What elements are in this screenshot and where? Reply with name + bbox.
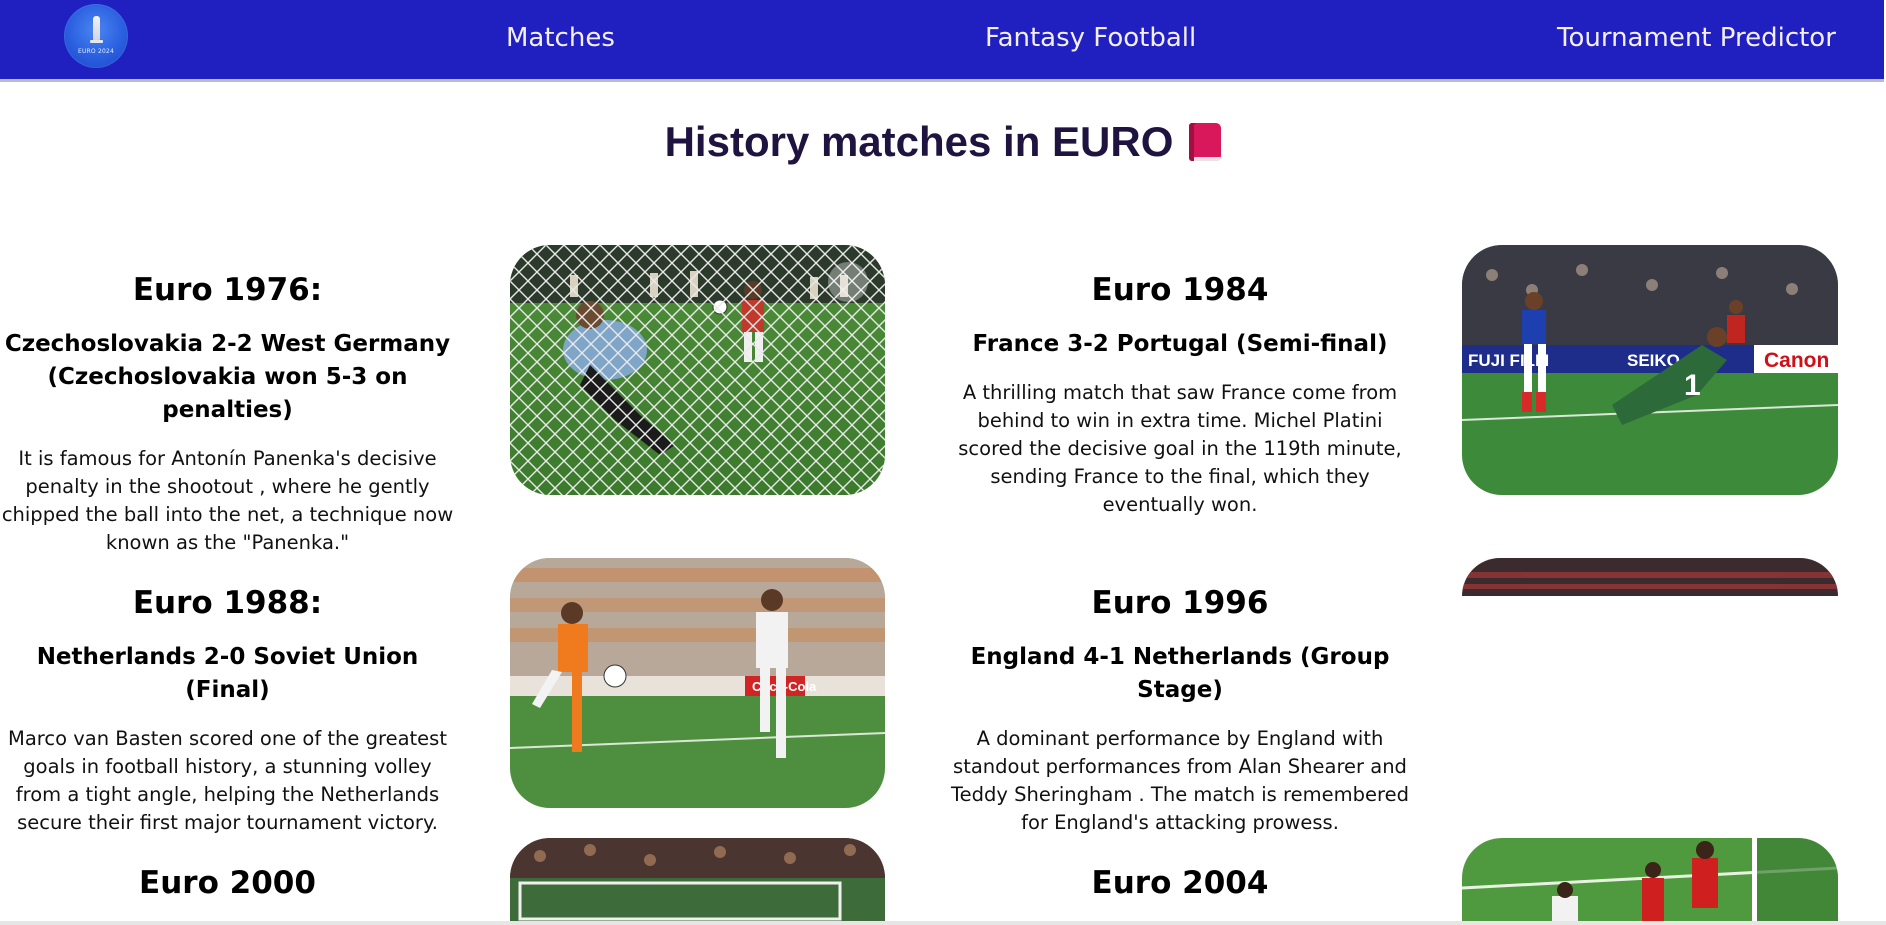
match-title: Czechoslovakia 2-2 West Germany (Czechos… [4,331,451,423]
match-photo-1996 [1462,558,1838,596]
book-icon [1189,123,1222,161]
match-title: France 3-2 Portugal (Semi-final) [972,331,1388,357]
match-photo-2000 [510,838,885,922]
van-basten-photo-svg: Coca-Cola [510,558,885,808]
trophy-icon [90,16,103,43]
logo-text: EURO 2024 [77,48,115,55]
top-navbar: EURO 2024 Matches Fantasy Football Tourn… [0,0,1884,82]
horizontal-scrollbar[interactable] [0,921,1886,925]
match-card-1984: Euro 1984 France 3-2 Portugal (Semi-fina… [942,272,1418,519]
match-year: Euro 1996 [1091,585,1269,621]
match-description: A thrilling match that saw France come f… [958,381,1402,516]
match-year: Euro 2000 [139,865,316,901]
match-year: Euro 1988: [132,585,323,621]
page: EURO 2024 Matches Fantasy Football Tourn… [0,0,1886,925]
match-card-1988: Euro 1988: Netherlands 2-0 Soviet Union … [0,585,455,837]
match-card-2000: Euro 2000 [0,865,455,901]
match-card-2004: Euro 2004 [942,865,1418,901]
euro-2000-photo-svg [510,838,885,922]
board-fuji: FUJI FILM [1468,351,1549,370]
nav-link-tournament-predictor[interactable]: Tournament Predictor [1557,23,1836,53]
nav-link-fantasy-football[interactable]: Fantasy Football [985,23,1196,53]
match-description: A dominant performance by England with s… [951,727,1409,834]
expand-icon[interactable] [828,262,868,302]
match-photo-1976 [510,245,885,495]
match-description: It is famous for Antonín Panenka's decis… [1,447,454,554]
euro-2004-photo-svg [1462,838,1838,922]
keeper-number: 1 [1684,369,1701,402]
france-portugal-photo-svg: FUJI FILM SEIKO Canon 1 [1462,245,1838,495]
penalty-photo-svg [510,245,885,495]
board-canon: Canon [1764,349,1829,372]
match-title: Netherlands 2-0 Soviet Union (Final) [36,644,419,703]
england-photo-svg [1462,558,1838,596]
match-card-1976: Euro 1976: Czechoslovakia 2-2 West Germa… [0,272,455,557]
match-year: Euro 1984 [1091,272,1269,308]
page-title-text: History matches in EURO [664,118,1174,165]
match-year: Euro 1976: [132,272,323,308]
match-card-1996: Euro 1996 England 4-1 Netherlands (Group… [942,585,1418,837]
nav-link-matches[interactable]: Matches [506,23,615,53]
match-year: Euro 2004 [1091,865,1269,901]
page-title: History matches in EURO [0,118,1886,166]
euro-logo[interactable]: EURO 2024 [64,4,128,68]
match-photo-2004 [1462,838,1838,922]
match-description: Marco van Basten scored one of the great… [8,727,447,834]
match-photo-1988: Coca-Cola [510,558,885,808]
match-title: England 4-1 Netherlands (Group Stage) [970,644,1390,703]
match-photo-1984: FUJI FILM SEIKO Canon 1 [1462,245,1838,495]
